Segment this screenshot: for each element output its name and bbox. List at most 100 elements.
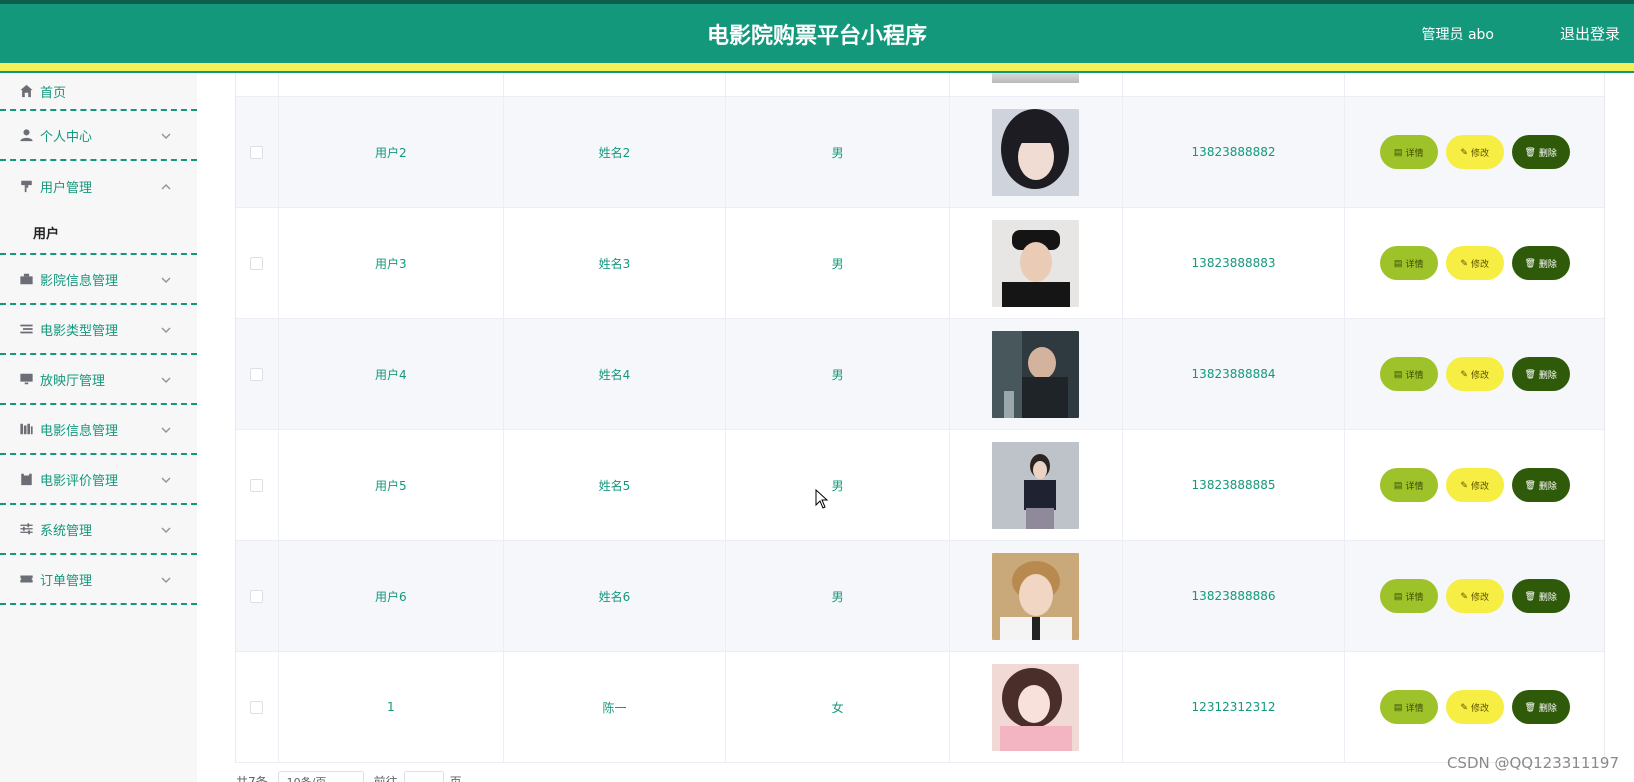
edit-button[interactable]: ✎ 修改 <box>1445 246 1504 280</box>
chevron-down-icon <box>161 374 171 384</box>
row-checkbox[interactable] <box>250 589 264 603</box>
chevron-down-icon <box>161 474 171 484</box>
sidebar-item-user-management[interactable]: 用户管理 <box>0 161 197 211</box>
avatar[interactable] <box>992 552 1080 640</box>
trash-icon: 🗑 <box>1524 479 1536 490</box>
actions-cell: ▤ 详情 ✎ 修改 🗑 删除 <box>1345 652 1604 762</box>
detail-button[interactable]: ▤ 详情 <box>1379 357 1438 391</box>
account-cell: 用户6 <box>279 541 504 651</box>
page-size-select[interactable]: 10条/页 <box>277 771 364 782</box>
trash-icon: 🗑 <box>1524 701 1536 712</box>
edit-button[interactable]: ✎ 修改 <box>1445 690 1504 724</box>
detail-button[interactable]: ▤ 详情 <box>1379 246 1438 280</box>
account-cell: 用户4 <box>279 319 504 429</box>
edit-button[interactable]: ✎ 修改 <box>1445 579 1504 613</box>
logout-button[interactable]: 退出登录 <box>1560 23 1620 44</box>
table-cell <box>1123 73 1346 96</box>
avatar[interactable] <box>992 219 1080 307</box>
avatar[interactable] <box>992 663 1080 751</box>
briefcase-icon <box>18 272 34 286</box>
header-top-line <box>0 0 1634 4</box>
sidebar-item-hall[interactable]: 放映厅管理 <box>0 355 197 405</box>
phone-cell: 13823888886 <box>1123 541 1346 651</box>
avatar[interactable] <box>992 441 1080 529</box>
sidebar-item-movie-review[interactable]: 电影评价管理 <box>0 455 197 505</box>
delete-button[interactable]: 🗑 删除 <box>1511 357 1570 391</box>
detail-button[interactable]: ▤ 详情 <box>1379 579 1438 613</box>
pagination-total: 共7条 <box>236 774 268 782</box>
avatar[interactable] <box>992 108 1080 196</box>
table-cell <box>504 73 727 96</box>
delete-button[interactable]: 🗑 删除 <box>1511 579 1570 613</box>
table-cell <box>950 541 1123 651</box>
chevron-down-icon <box>161 574 171 584</box>
pencil-icon: ✎ <box>1460 368 1468 379</box>
main-content: 用户2 姓名2 男 13823888882 ▤ 详情 ✎ 修改 🗑 删除 用户3 姓名… <box>197 72 1634 782</box>
users-icon <box>18 179 34 193</box>
gender-cell: 女 <box>726 652 950 762</box>
delete-button[interactable]: 🗑 删除 <box>1511 468 1570 502</box>
table-cell <box>950 97 1123 207</box>
account-cell: 用户2 <box>279 97 504 207</box>
sidebar-item-label: 电影信息管理 <box>40 423 119 439</box>
edit-label: 修改 <box>1470 702 1489 713</box>
account-cell: 1 <box>279 652 504 762</box>
chevron-down-icon <box>161 524 171 534</box>
avatar[interactable] <box>992 330 1080 418</box>
detail-label: 详情 <box>1405 258 1424 269</box>
sidebar-item-label: 电影评价管理 <box>40 473 119 489</box>
admin-user-label: 管理员 abo <box>1421 27 1494 43</box>
trash-icon: 🗑 <box>1524 590 1536 601</box>
table-cell <box>236 319 279 429</box>
trash-icon: 🗑 <box>1524 368 1536 379</box>
phone-cell: 13823888885 <box>1123 430 1346 540</box>
name-cell: 陈一 <box>504 652 727 762</box>
header-accent-bar <box>0 63 1634 71</box>
delete-button[interactable]: 🗑 删除 <box>1511 135 1570 169</box>
delete-label: 删除 <box>1538 369 1557 380</box>
sidebar-item-system[interactable]: 系统管理 <box>0 505 197 555</box>
row-checkbox[interactable] <box>250 367 264 381</box>
phone-cell: 13823888883 <box>1123 208 1346 318</box>
document-icon: ▤ <box>1393 701 1403 712</box>
table-cell <box>950 319 1123 429</box>
detail-button[interactable]: ▤ 详情 <box>1379 690 1438 724</box>
pencil-icon: ✎ <box>1460 701 1468 712</box>
sidebar-item-orders[interactable]: 订单管理 <box>0 555 197 605</box>
detail-button[interactable]: ▤ 详情 <box>1379 135 1438 169</box>
actions-cell: ▤ 详情 ✎ 修改 🗑 删除 <box>1345 208 1604 318</box>
row-checkbox[interactable] <box>250 478 264 492</box>
sidebar-item-movie-info[interactable]: 电影信息管理 <box>0 405 197 455</box>
delete-button[interactable]: 🗑 删除 <box>1511 690 1570 724</box>
sidebar-subitem-user[interactable]: 用户 <box>0 211 197 255</box>
sidebar-item-label: 首页 <box>40 85 67 101</box>
page-jump-input[interactable] <box>403 771 444 782</box>
gender-cell: 男 <box>726 97 950 207</box>
delete-button[interactable]: 🗑 删除 <box>1511 246 1570 280</box>
trash-icon: 🗑 <box>1524 146 1536 157</box>
sidebar-item-home[interactable]: 首页 <box>0 73 197 111</box>
row-checkbox[interactable] <box>250 256 264 270</box>
delete-label: 删除 <box>1538 480 1557 491</box>
gender-cell: 男 <box>726 319 950 429</box>
sidebar-item-movie-type[interactable]: 电影类型管理 <box>0 305 197 355</box>
name-cell: 姓名4 <box>504 319 727 429</box>
row-checkbox[interactable] <box>250 700 264 714</box>
pagination-page-unit: 页 <box>449 774 462 782</box>
edit-button[interactable]: ✎ 修改 <box>1445 468 1504 502</box>
table-cell <box>950 652 1123 762</box>
table-row: 用户3 姓名3 男 13823888883 ▤ 详情 ✎ 修改 🗑 删除 <box>236 208 1604 319</box>
edit-button[interactable]: ✎ 修改 <box>1445 135 1504 169</box>
actions-cell: ▤ 详情 ✎ 修改 🗑 删除 <box>1345 430 1604 540</box>
sidebar-item-cinema-info[interactable]: 影院信息管理 <box>0 255 197 305</box>
detail-button[interactable]: ▤ 详情 <box>1379 468 1438 502</box>
sidebar-item-profile[interactable]: 个人中心 <box>0 111 197 161</box>
row-checkbox[interactable] <box>250 145 264 159</box>
pencil-icon: ✎ <box>1460 479 1468 490</box>
table-cell <box>236 97 279 207</box>
pencil-icon: ✎ <box>1460 590 1468 601</box>
gender-cell: 男 <box>726 541 950 651</box>
edit-button[interactable]: ✎ 修改 <box>1445 357 1504 391</box>
document-icon: ▤ <box>1393 368 1403 379</box>
table-cell <box>236 652 279 762</box>
